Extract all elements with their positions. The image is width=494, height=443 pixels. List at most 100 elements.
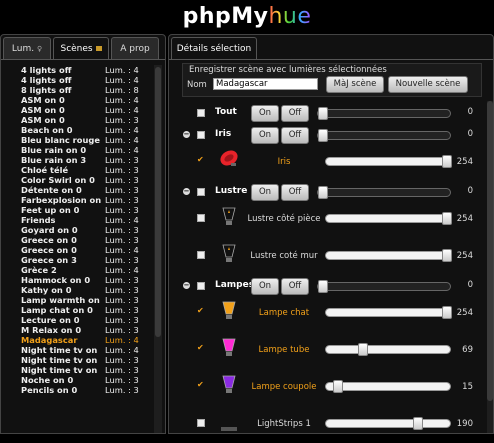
scene-item[interactable]: Grèce 2 Lum. : 4 — [5, 265, 155, 275]
slider-handle[interactable] — [318, 280, 328, 293]
selected-check-icon[interactable]: ✔ — [197, 343, 204, 352]
brightness-slider[interactable] — [325, 155, 452, 168]
scene-item[interactable]: Lecture on 0 Lum. : 3 — [5, 315, 155, 325]
collapse-icon[interactable]: − — [183, 188, 190, 195]
scene-item[interactable]: ASM on 0 Lum. : 3 — [5, 115, 155, 125]
group-checkbox[interactable] — [197, 282, 205, 290]
brightness-slider[interactable] — [317, 280, 451, 293]
bulb-icon — [222, 301, 236, 319]
scene-item[interactable]: Greece on 0 Lum. : 4 — [5, 245, 155, 255]
light-checkbox[interactable] — [197, 419, 205, 427]
tab-scenes[interactable]: Scènes — [53, 37, 109, 59]
scene-item[interactable]: Feet up on 0 Lum. : 3 — [5, 205, 155, 215]
scene-item[interactable]: Blue rain on 0 Lum. : 4 — [5, 145, 155, 155]
scene-light-count: Lum. : 4 — [105, 215, 139, 225]
scene-name: Friends — [21, 215, 56, 225]
selected-check-icon[interactable]: ✔ — [197, 380, 204, 389]
brightness-slider[interactable] — [325, 306, 452, 319]
scene-item[interactable]: Madagascar Lum. : 4 — [5, 335, 155, 345]
group-off-button[interactable]: Off — [281, 278, 309, 295]
selected-check-icon[interactable]: ✔ — [197, 306, 204, 315]
update-scene-button[interactable]: MàJ scène — [326, 76, 384, 93]
scene-item[interactable]: Greece on 3 Lum. : 3 — [5, 255, 155, 265]
slider-handle[interactable] — [412, 417, 423, 430]
group-checkbox[interactable] — [197, 109, 205, 117]
light-brightness-value: 254 — [456, 308, 473, 318]
collapse-icon[interactable]: − — [183, 131, 190, 138]
scene-light-count: Lum. : 4 — [105, 95, 139, 105]
scene-item[interactable]: M Relax on 0 Lum. : 3 — [5, 325, 155, 335]
selected-check-icon[interactable]: ✔ — [197, 155, 204, 164]
brightness-slider[interactable] — [317, 107, 451, 120]
scene-item[interactable]: Friends Lum. : 4 — [5, 215, 155, 225]
group-on-button[interactable]: On — [251, 278, 279, 295]
brightness-slider[interactable] — [325, 380, 451, 393]
light-checkbox[interactable] — [197, 251, 205, 259]
slider-handle[interactable] — [318, 107, 328, 120]
scene-item[interactable]: Bleu blanc rouge Lum. : 4 — [5, 135, 155, 145]
scene-icon — [95, 46, 102, 51]
details-scrollbar[interactable] — [487, 101, 493, 433]
slider-handle[interactable] — [332, 380, 343, 393]
scene-item[interactable]: Goyard on 0 Lum. : 3 — [5, 225, 155, 235]
scene-item[interactable]: 8 lights off Lum. : 8 — [5, 85, 155, 95]
scene-list-scrollbar[interactable] — [154, 65, 162, 433]
scene-item[interactable]: Night time tv on Lum. : 4 — [5, 345, 155, 355]
tab-lights[interactable]: Lum. ♀ — [3, 37, 51, 59]
brightness-slider[interactable] — [325, 417, 451, 430]
scene-item[interactable]: Beach on 0 Lum. : 4 — [5, 125, 155, 135]
scene-item[interactable]: Color Swirl on 0 Lum. : 3 — [5, 175, 155, 185]
brightness-slider[interactable] — [325, 343, 451, 356]
scene-list: 4 lights off Lum. : 4 4 lights off Lum. : 4… — [5, 65, 155, 395]
group-off-button[interactable]: Off — [281, 127, 309, 144]
brightness-slider[interactable] — [317, 129, 451, 142]
brightness-slider[interactable] — [325, 212, 452, 225]
scene-item[interactable]: Night time tv on Lum. : 3 — [5, 355, 155, 365]
logo-text-hue: hue — [268, 4, 312, 29]
tab-about[interactable]: A prop — [111, 37, 159, 59]
scene-item[interactable]: Greece on 0 Lum. : 3 — [5, 235, 155, 245]
scene-item[interactable]: Farbexplosion on Lum. : 3 — [5, 195, 155, 205]
scene-item[interactable]: ASM on 0 Lum. : 4 — [5, 105, 155, 115]
new-scene-button[interactable]: Nouvelle scène — [388, 76, 468, 93]
scene-item[interactable]: Détente on 0 Lum. : 3 — [5, 185, 155, 195]
scene-item[interactable]: Noche on 0 Lum. : 3 — [5, 375, 155, 385]
group-on-button[interactable]: On — [251, 105, 279, 122]
scene-item[interactable]: ASM on 0 Lum. : 4 — [5, 95, 155, 105]
slider-handle[interactable] — [318, 186, 328, 199]
group-on-button[interactable]: On — [251, 127, 279, 144]
scene-item[interactable]: Hammock on 0 Lum. : 3 — [5, 275, 155, 285]
scene-light-count: Lum. : 3 — [105, 365, 139, 375]
scene-name: Noche on 0 — [21, 375, 74, 385]
app-logo: phpMyhue — [0, 0, 494, 34]
scene-item[interactable]: Pencils on 0 Lum. : 3 — [5, 385, 155, 395]
group-checkbox[interactable] — [197, 188, 205, 196]
group-off-button[interactable]: Off — [281, 105, 309, 122]
group-off-button[interactable]: Off — [281, 184, 309, 201]
slider-handle[interactable] — [318, 129, 328, 142]
scene-light-count: Lum. : 3 — [105, 315, 139, 325]
scene-name: 4 lights off — [21, 75, 72, 85]
slider-handle[interactable] — [357, 343, 368, 356]
tab-selection-details[interactable]: Détails sélection — [171, 37, 257, 59]
group-on-button[interactable]: On — [251, 184, 279, 201]
scene-name: Night time tv on — [21, 355, 98, 365]
tab-lights-label: Lum. — [11, 44, 35, 54]
scene-item[interactable]: Kathy on 0 Lum. : 3 — [5, 285, 155, 295]
light-checkbox[interactable] — [197, 214, 205, 222]
scene-item[interactable]: Lamp chat on 0 Lum. : 3 — [5, 305, 155, 315]
scene-name-input[interactable] — [213, 78, 318, 90]
scene-item[interactable]: Night time tv on Lum. : 3 — [5, 365, 155, 375]
light-row: Lustre côté pièce 254 — [169, 200, 485, 238]
brightness-slider[interactable] — [325, 249, 452, 262]
group-checkbox[interactable] — [197, 131, 205, 139]
scene-name: Color Swirl on 0 — [21, 175, 95, 185]
scene-item[interactable]: 4 lights off Lum. : 4 — [5, 65, 155, 75]
brightness-slider[interactable] — [317, 186, 451, 199]
scene-item[interactable]: Chloé télé Lum. : 3 — [5, 165, 155, 175]
scene-light-count: Lum. : 3 — [105, 175, 139, 185]
collapse-icon[interactable]: − — [183, 282, 190, 289]
scene-item[interactable]: 4 lights off Lum. : 4 — [5, 75, 155, 85]
scene-item[interactable]: Blue rain on 3 Lum. : 3 — [5, 155, 155, 165]
scene-item[interactable]: Lamp warmth on Lum. : 3 — [5, 295, 155, 305]
